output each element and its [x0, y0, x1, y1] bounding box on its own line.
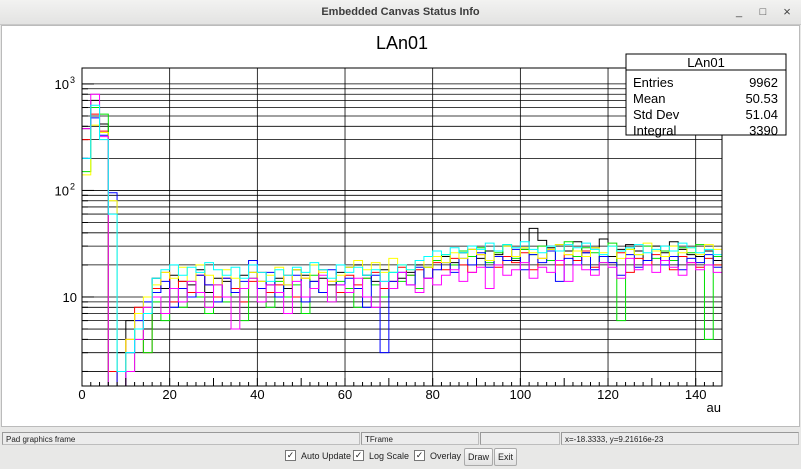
embedded-canvas[interactable]: 0 20 40 60 80 100 120 140 LAn01 au 10 3 10 2 10 LAn…: [1, 25, 800, 427]
x-tick-label: 40: [250, 387, 264, 402]
stats-label: Std Dev: [633, 107, 680, 122]
log-scale-checkbox[interactable]: ✓ Log Scale: [353, 450, 409, 461]
exit-button[interactable]: Exit: [494, 448, 518, 466]
overlay-label: Overlay: [430, 450, 462, 461]
status-coordinates: x=-18.3333, y=9.21616e-23: [561, 432, 799, 445]
stats-value: 51.04: [745, 107, 778, 122]
x-tick-label: 140: [685, 387, 707, 402]
histogram-plot[interactable]: 0 20 40 60 80 100 120 140 LAn01 au 10 310 210 LAn…: [2, 26, 799, 426]
stats-value: 9962: [749, 75, 778, 90]
x-axis-label: au: [707, 400, 721, 415]
stats-value: 3390: [749, 123, 778, 138]
chart-title: LAn01: [376, 33, 428, 53]
x-tick-label: 80: [425, 387, 439, 402]
stats-title: LAn01: [687, 55, 725, 70]
overlay-checkbox[interactable]: ✓ Overlay: [414, 450, 461, 461]
histogram-black: [81, 99, 723, 387]
checkbox-check-icon: ✓: [414, 450, 425, 461]
y-tick-label: 10: [63, 290, 77, 305]
control-bar: ✓ Auto Update ✓ Log Scale ✓ Overlay Draw…: [0, 447, 801, 467]
y-tick-label: 10: [55, 183, 69, 198]
stats-label: Integral: [633, 123, 676, 138]
status-object-class: TFrame: [361, 432, 479, 445]
y-tick-exponent: 2: [70, 181, 75, 191]
close-button[interactable]: ×: [779, 4, 795, 20]
stats-box[interactable]: LAn01 Entries 9962 Mean 50.53 Std Dev 51.04 In…: [625, 53, 787, 138]
x-axis-ticks: 0 20 40 60 80 100 120 140: [78, 378, 723, 402]
checkbox-check-icon: ✓: [353, 450, 364, 461]
minimize-button[interactable]: _: [731, 4, 747, 20]
stats-label: Mean: [633, 91, 666, 106]
histogram-series: [81, 93, 723, 387]
y-axis-labels: 10 310 210: [55, 75, 77, 305]
title-bar: Embedded Canvas Status Info _ □ ×: [0, 0, 801, 25]
x-tick-label: 20: [162, 387, 176, 402]
maximize-button[interactable]: □: [755, 4, 771, 20]
x-tick-label: 100: [510, 387, 532, 402]
checkbox-check-icon: ✓: [285, 450, 296, 461]
histogram-magenta: [81, 93, 723, 387]
window-title: Embedded Canvas Status Info: [321, 6, 480, 18]
auto-update-label: Auto Update: [301, 450, 352, 461]
x-tick-label: 120: [597, 387, 619, 402]
stats-label: Entries: [633, 75, 674, 90]
auto-update-checkbox[interactable]: ✓ Auto Update: [285, 450, 351, 461]
draw-button[interactable]: Draw: [464, 448, 494, 466]
y-tick-exponent: 3: [70, 75, 75, 85]
y-tick-label: 10: [55, 77, 69, 92]
x-tick-label: 60: [338, 387, 352, 402]
stats-value: 50.53: [745, 91, 778, 106]
status-object-info: Pad graphics frame: [2, 432, 360, 445]
histogram-yellow: [81, 124, 723, 386]
x-tick-label: 0: [78, 387, 85, 402]
status-field-3: [480, 432, 560, 445]
log-scale-label: Log Scale: [369, 450, 410, 461]
